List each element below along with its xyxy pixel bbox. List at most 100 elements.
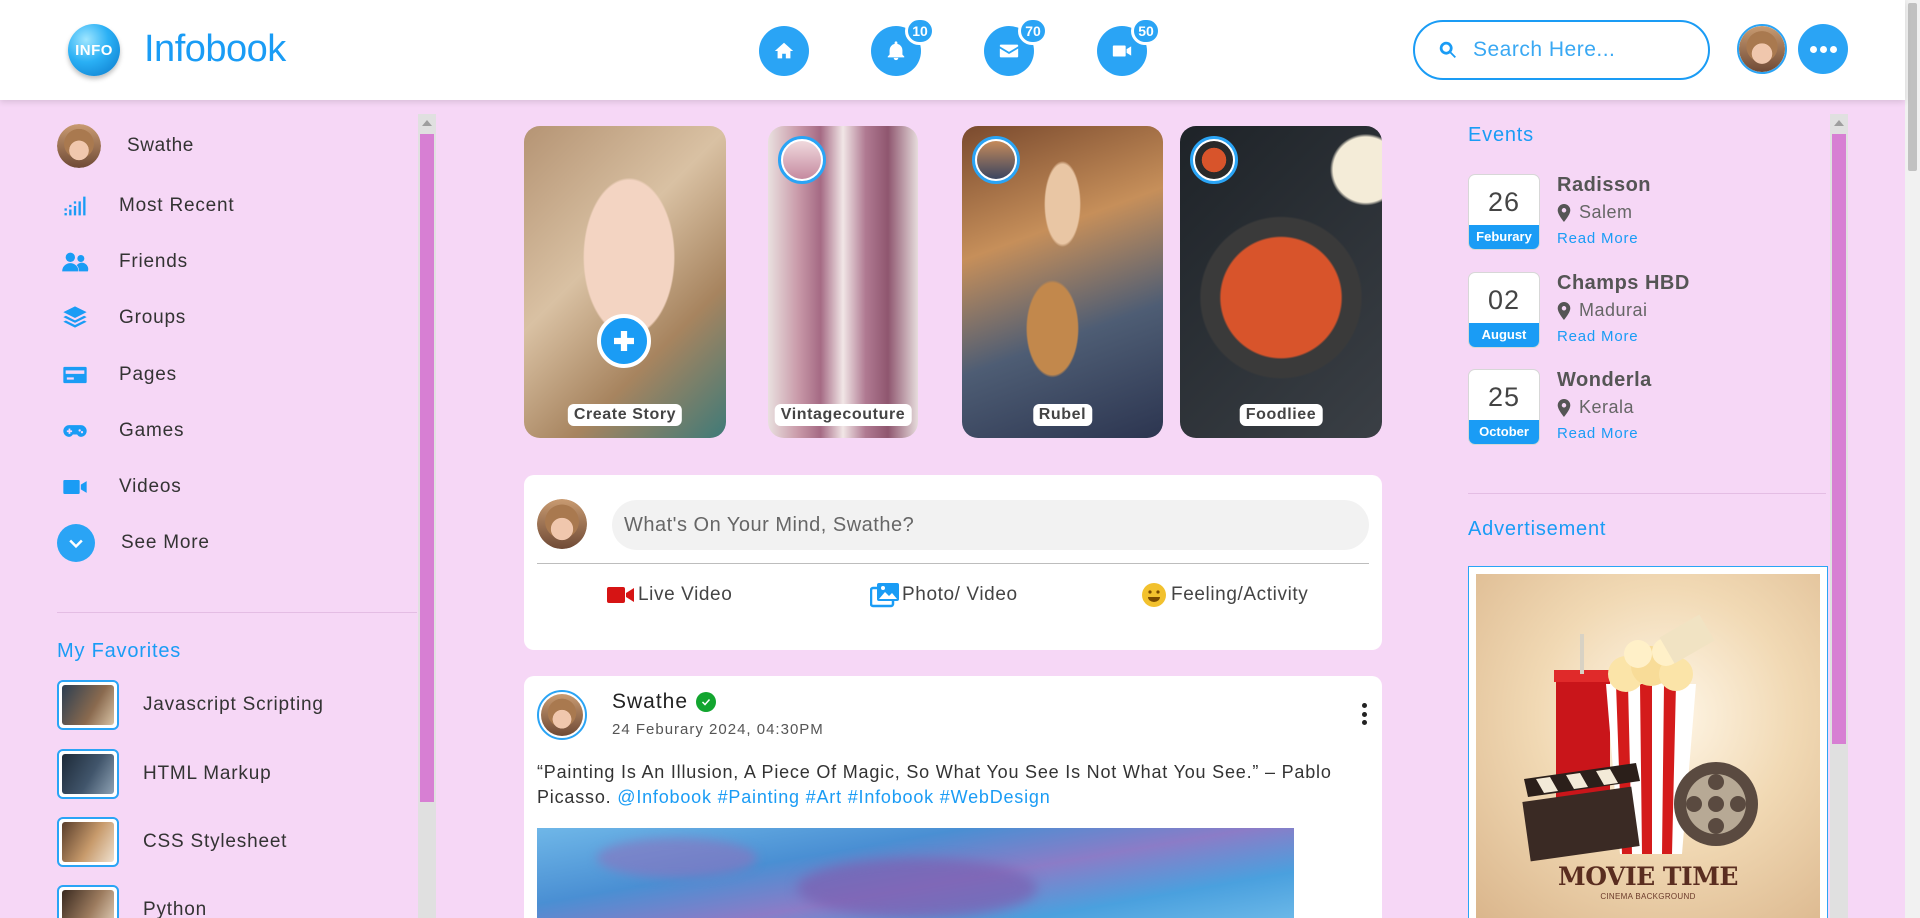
user-avatar[interactable] xyxy=(1737,24,1787,74)
sidebar-item-most-recent[interactable]: Most Recent xyxy=(57,186,234,226)
event-month: August xyxy=(1469,323,1539,347)
story-avatar xyxy=(972,136,1020,184)
event-name: Radisson xyxy=(1557,174,1652,196)
sidebar-item-pages[interactable]: Pages xyxy=(57,355,177,395)
post-composer: Live Video Photo/ Video Feeling/Activity xyxy=(524,475,1382,650)
story-avatar xyxy=(1190,136,1238,184)
event-name: Wonderla xyxy=(1557,369,1652,391)
post-tag[interactable]: #Infobook xyxy=(848,787,934,807)
right-sidebar-divider xyxy=(1468,493,1826,494)
event-item: 25 October Wonderla Kerala Read More xyxy=(1468,369,1818,447)
sidebar-item-label: Friends xyxy=(119,251,188,272)
event-month: October xyxy=(1469,420,1539,444)
story-foodliee[interactable]: Foodliee xyxy=(1180,126,1382,438)
sidebar-item-groups[interactable]: Groups xyxy=(57,298,186,338)
post-author-name: Swathe xyxy=(612,690,689,713)
story-label: Rubel xyxy=(1032,404,1093,426)
favorite-item[interactable]: Javascript Scripting xyxy=(57,680,324,730)
favorite-item[interactable]: HTML Markup xyxy=(57,749,271,799)
bars-chart-icon xyxy=(57,188,93,224)
photos-icon xyxy=(870,583,899,608)
messages-button[interactable]: 70 xyxy=(984,17,1048,76)
feeling-activity-button[interactable]: Feeling/Activity xyxy=(1139,582,1308,608)
post-tag[interactable]: #Painting xyxy=(718,787,800,807)
dot xyxy=(1829,45,1837,53)
event-location-text: Madurai xyxy=(1579,300,1648,320)
advertisement-banner[interactable]: MOVIE TIME CINEMA BACKGROUND xyxy=(1468,566,1828,918)
event-read-more-link[interactable]: Read More xyxy=(1557,328,1638,345)
post-image[interactable] xyxy=(537,828,1294,918)
sidebar-item-friends[interactable]: Friends xyxy=(57,242,188,282)
search-input[interactable] xyxy=(1473,38,1693,62)
home-button[interactable] xyxy=(759,26,809,76)
sidebar-item-label: Games xyxy=(119,420,185,441)
messages-count-badge: 70 xyxy=(1018,17,1048,45)
post-tag[interactable]: @Infobook xyxy=(617,787,712,807)
right-sidebar-scrollbar[interactable] xyxy=(1830,114,1848,918)
composer-divider xyxy=(537,563,1369,564)
search-box[interactable] xyxy=(1413,20,1710,80)
gamepad-icon xyxy=(57,413,93,449)
dot xyxy=(1809,45,1817,53)
left-scrollbar-thumb[interactable] xyxy=(420,134,434,802)
right-scrollbar-thumb[interactable] xyxy=(1832,134,1846,744)
post-author[interactable]: Swathe xyxy=(612,690,717,714)
page-scrollbar-thumb[interactable] xyxy=(1908,3,1917,171)
event-day: 25 xyxy=(1487,382,1521,412)
videos-count-badge: 50 xyxy=(1131,17,1161,45)
favorites-title: My Favorites xyxy=(57,640,182,662)
event-date: 26 Feburary xyxy=(1468,174,1540,250)
favorite-thumbnail xyxy=(57,817,119,867)
logo-text[interactable]: Infobook xyxy=(144,28,286,71)
sidebar-item-games[interactable]: Games xyxy=(57,411,184,451)
map-pin-icon xyxy=(1557,301,1571,320)
event-read-more-link[interactable]: Read More xyxy=(1557,230,1638,247)
logo-badge[interactable]: INFO xyxy=(68,24,120,76)
sidebar-profile[interactable]: Swathe xyxy=(57,124,194,168)
story-vintagecouture[interactable]: Vintagecouture xyxy=(768,126,918,438)
post-tag[interactable]: #Art xyxy=(806,787,842,807)
users-icon xyxy=(57,244,93,280)
smiley-icon xyxy=(1142,583,1166,607)
sidebar-item-see-more[interactable]: See More xyxy=(57,523,210,563)
notifications-button[interactable]: 10 xyxy=(871,17,935,76)
event-date: 25 October xyxy=(1468,369,1540,445)
page-scrollbar[interactable] xyxy=(1905,0,1920,918)
event-read-more-link[interactable]: Read More xyxy=(1557,425,1638,442)
profile-avatar xyxy=(57,124,101,168)
story-label: Create Story xyxy=(567,404,683,426)
verified-check-icon xyxy=(696,692,717,712)
add-story-button[interactable] xyxy=(597,314,651,368)
favorite-thumbnail xyxy=(57,749,119,799)
event-name: Champs HBD xyxy=(1557,272,1690,294)
event-location-text: Kerala xyxy=(1579,397,1635,417)
advertisement-headline: MOVIE TIME xyxy=(1558,862,1738,891)
feed-post: Swathe 24 Feburary 2024, 04:30PM “Painti… xyxy=(524,676,1382,918)
story-create[interactable]: Create Story xyxy=(524,126,726,438)
post-tag[interactable]: #WebDesign xyxy=(940,787,1051,807)
scroll-up-arrow-icon[interactable] xyxy=(422,120,432,126)
feeling-activity-label: Feeling/Activity xyxy=(1171,584,1309,605)
favorite-item[interactable]: Python xyxy=(57,885,207,918)
event-day: 02 xyxy=(1487,285,1521,315)
live-video-button[interactable]: Live Video xyxy=(606,582,732,608)
story-rubel[interactable]: Rubel xyxy=(962,126,1163,438)
post-text: “Painting Is An Illusion, A Piece Of Mag… xyxy=(537,760,1367,810)
photo-video-button[interactable]: Photo/ Video xyxy=(870,582,1018,608)
more-options-button[interactable] xyxy=(1798,24,1848,74)
left-sidebar-scrollbar[interactable] xyxy=(418,114,436,918)
event-month: Feburary xyxy=(1469,225,1539,249)
event-item: 02 August Champs HBD Madurai Read More xyxy=(1468,272,1818,350)
event-location-text: Salem xyxy=(1579,202,1633,222)
favorite-item[interactable]: CSS Stylesheet xyxy=(57,817,287,867)
scroll-up-arrow-icon[interactable] xyxy=(1834,120,1844,126)
post-author-avatar[interactable] xyxy=(537,690,587,740)
sidebar-item-videos[interactable]: Videos xyxy=(57,467,182,507)
bell-icon xyxy=(887,41,905,61)
videos-button[interactable]: 50 xyxy=(1097,17,1161,76)
top-navbar: INFO Infobook 10 70 50 xyxy=(0,0,1905,100)
post-options-icon[interactable] xyxy=(1360,703,1368,725)
search-icon xyxy=(1439,41,1456,58)
home-icon xyxy=(774,42,794,59)
status-input[interactable] xyxy=(612,500,1369,550)
